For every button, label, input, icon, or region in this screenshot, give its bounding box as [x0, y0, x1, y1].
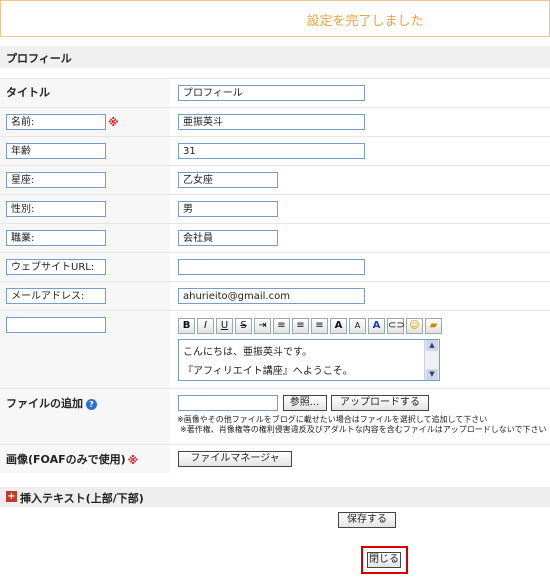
title-input[interactable]: プロフィール: [178, 85, 365, 101]
align-right-icon[interactable]: ≡: [311, 318, 328, 334]
upload-button[interactable]: アップロードする: [331, 395, 429, 411]
editor-toolbar: B I U S ⇥ ≡ ≡ ≡ A A A ⊂⊃ ☺ ▰: [170, 311, 550, 334]
row-title: タイトル プロフィール: [0, 78, 550, 108]
align-center-icon[interactable]: ≡: [292, 318, 309, 334]
email-input[interactable]: ahurieito@gmail.com: [178, 288, 365, 304]
browse-button[interactable]: 参照...: [282, 395, 327, 411]
expand-plus-icon[interactable]: +: [6, 491, 17, 502]
link-icon[interactable]: ⊂⊃: [387, 318, 405, 334]
profile-form: タイトル プロフィール 名前: ※ 亜振英斗 年齢 31 星座: 乙女座 性別: …: [0, 78, 550, 473]
close-button-highlight: 閉じる: [361, 546, 408, 574]
row-sex: 性別: 男: [0, 194, 550, 224]
file-note-2: ※著作権、肖像権等の権利侵害違反及びアダルトな内容を含むファイルはアップロードし…: [180, 425, 547, 434]
file-path-input[interactable]: [178, 395, 278, 411]
section-header: プロフィール: [0, 46, 550, 68]
job-input[interactable]: 会社員: [178, 230, 278, 246]
row-custom: B I U S ⇥ ≡ ≡ ≡ A A A ⊂⊃ ☺ ▰ こんにちは、亜振英斗です。 『アフィリエイト講座…: [0, 310, 550, 389]
status-message: 設定を完了しました: [306, 14, 424, 29]
row-name: 名前: ※ 亜振英斗: [0, 107, 550, 137]
font-size-up-button[interactable]: A: [330, 318, 347, 334]
row-job: 職業: 会社員: [0, 223, 550, 253]
age-label-input[interactable]: 年齢: [6, 143, 106, 159]
email-label-input[interactable]: メールアドレス:: [6, 288, 106, 304]
custom-label-input[interactable]: [6, 317, 106, 333]
folder-icon[interactable]: ▰: [425, 318, 442, 334]
status-banner: 設定を完了しました: [0, 0, 550, 37]
sign-input[interactable]: 乙女座: [178, 172, 278, 188]
row-value-cell: プロフィール: [170, 78, 550, 108]
row-file-add: ファイルの追加? 参照... アップロードする ※画像やその他ファイルをブログに…: [0, 388, 550, 445]
textarea-scrollbar[interactable]: ▲ ▼: [424, 340, 439, 380]
row-sign: 星座: 乙女座: [0, 165, 550, 195]
row-age: 年齢 31: [0, 136, 550, 166]
file-note-1: ※画像やその他ファイルをブログに載せたい場合はファイルを選択して追加して下さい: [177, 415, 488, 424]
help-icon[interactable]: ?: [86, 398, 97, 410]
strikethrough-button[interactable]: S: [235, 318, 252, 334]
emoji-icon[interactable]: ☺: [406, 318, 423, 334]
required-mark: ※: [127, 453, 139, 467]
row-image: 画像(FOAFのみで使用) ※ ファイルマネージャ: [0, 444, 550, 473]
scroll-up-icon[interactable]: ▲: [426, 340, 438, 351]
font-color-button[interactable]: A: [368, 318, 385, 334]
scroll-down-icon[interactable]: ▼: [426, 369, 438, 380]
textarea-line: 『アフィリエイト講座』へようこそ。: [183, 366, 353, 377]
section-title: プロフィール: [6, 52, 72, 65]
bold-button[interactable]: B: [178, 318, 195, 334]
body-textarea[interactable]: こんにちは、亜振英斗です。 『アフィリエイト講座』へようこそ。 ▲ ▼: [178, 339, 440, 381]
title-label: タイトル: [6, 86, 50, 99]
font-size-down-button[interactable]: A: [349, 318, 366, 334]
name-input[interactable]: 亜振英斗: [178, 114, 365, 130]
insert-text-header[interactable]: + 挿入テキスト(上部/下部): [0, 487, 550, 507]
row-website: ウェブサイトURL:: [0, 252, 550, 282]
align-left-icon[interactable]: ≡: [273, 318, 290, 334]
save-button[interactable]: 保存する: [338, 512, 396, 528]
insert-text-title: 挿入テキスト(上部/下部): [20, 492, 144, 505]
close-button[interactable]: 閉じる: [367, 552, 401, 568]
textarea-line: こんにちは、亜振英斗です。: [183, 347, 312, 358]
file-manager-button[interactable]: ファイルマネージャ: [178, 451, 292, 467]
underline-button[interactable]: U: [216, 318, 233, 334]
file-add-label: ファイルの追加: [6, 397, 83, 410]
image-label: 画像(FOAFのみで使用): [6, 453, 126, 466]
age-input[interactable]: 31: [178, 143, 365, 159]
sex-input[interactable]: 男: [178, 201, 278, 217]
job-label-input[interactable]: 職業:: [6, 230, 106, 246]
website-input[interactable]: [178, 259, 365, 275]
row-label-cell: タイトル: [0, 78, 170, 108]
sex-label-input[interactable]: 性別:: [6, 201, 106, 217]
name-label-input[interactable]: 名前:: [6, 114, 106, 130]
indent-icon[interactable]: ⇥: [254, 318, 271, 334]
website-label-input[interactable]: ウェブサイトURL:: [6, 259, 106, 275]
italic-button[interactable]: I: [197, 318, 214, 334]
row-email: メールアドレス: ahurieito@gmail.com: [0, 281, 550, 311]
sign-label-input[interactable]: 星座:: [6, 172, 106, 188]
required-mark: ※: [108, 115, 119, 129]
